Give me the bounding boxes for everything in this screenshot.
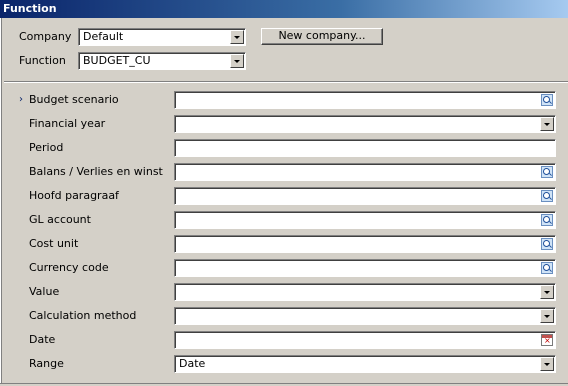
range-value: Date [179,357,206,370]
lookup-zoom-icon[interactable] [541,190,553,202]
financial-year-label: Financial year [29,117,106,130]
function-select[interactable]: BUDGET_CU [78,52,246,70]
cost-unit-label: Cost unit [29,237,79,250]
date-label: Date [29,333,56,346]
gl-account-label: GL account [29,213,91,226]
hoofd-paragraaf-field[interactable] [174,187,556,205]
lookup-zoom-icon[interactable] [541,238,553,250]
company-label: Company [19,30,72,43]
lookup-zoom-icon[interactable] [541,214,553,226]
balans-field[interactable] [174,163,556,181]
calendar-icon[interactable] [541,334,553,346]
company-select-value: Default [83,30,124,43]
company-select[interactable]: Default [78,28,246,46]
chevron-down-icon[interactable] [540,285,554,299]
chevron-down-icon[interactable] [540,117,554,131]
chevron-down-icon[interactable] [540,309,554,323]
window-title: Function [0,0,568,18]
cost-unit-field[interactable] [174,235,556,253]
range-label: Range [29,357,64,370]
calculation-method-label: Calculation method [29,309,137,322]
hoofd-paragraaf-label: Hoofd paragraaf [29,189,119,202]
balans-label: Balans / Verlies en winst [29,165,163,178]
lookup-zoom-icon[interactable] [541,166,553,178]
budget-scenario-label: Budget scenario [29,93,119,106]
calculation-method-select[interactable] [174,307,556,325]
section-divider [4,81,568,83]
range-select[interactable]: Date [174,355,556,373]
lookup-zoom-icon[interactable] [541,94,553,106]
gl-account-field[interactable] [174,211,556,229]
currency-code-label: Currency code [29,261,109,274]
new-company-button[interactable]: New company... [261,28,383,45]
function-label: Function [19,54,66,67]
value-label: Value [29,285,60,298]
period-field[interactable] [174,139,556,157]
period-label: Period [29,141,64,154]
currency-code-field[interactable] [174,259,556,277]
budget-scenario-field[interactable] [174,91,556,109]
window-left-edge [0,18,2,386]
chevron-down-icon[interactable] [230,30,244,44]
value-select[interactable] [174,283,556,301]
date-field[interactable] [174,331,556,349]
chevron-down-icon[interactable] [540,357,554,371]
financial-year-select[interactable] [174,115,556,133]
chevron-down-icon[interactable] [230,54,244,68]
lookup-zoom-icon[interactable] [541,262,553,274]
required-marker-icon: › [19,94,23,105]
function-select-value: BUDGET_CU [83,54,151,67]
